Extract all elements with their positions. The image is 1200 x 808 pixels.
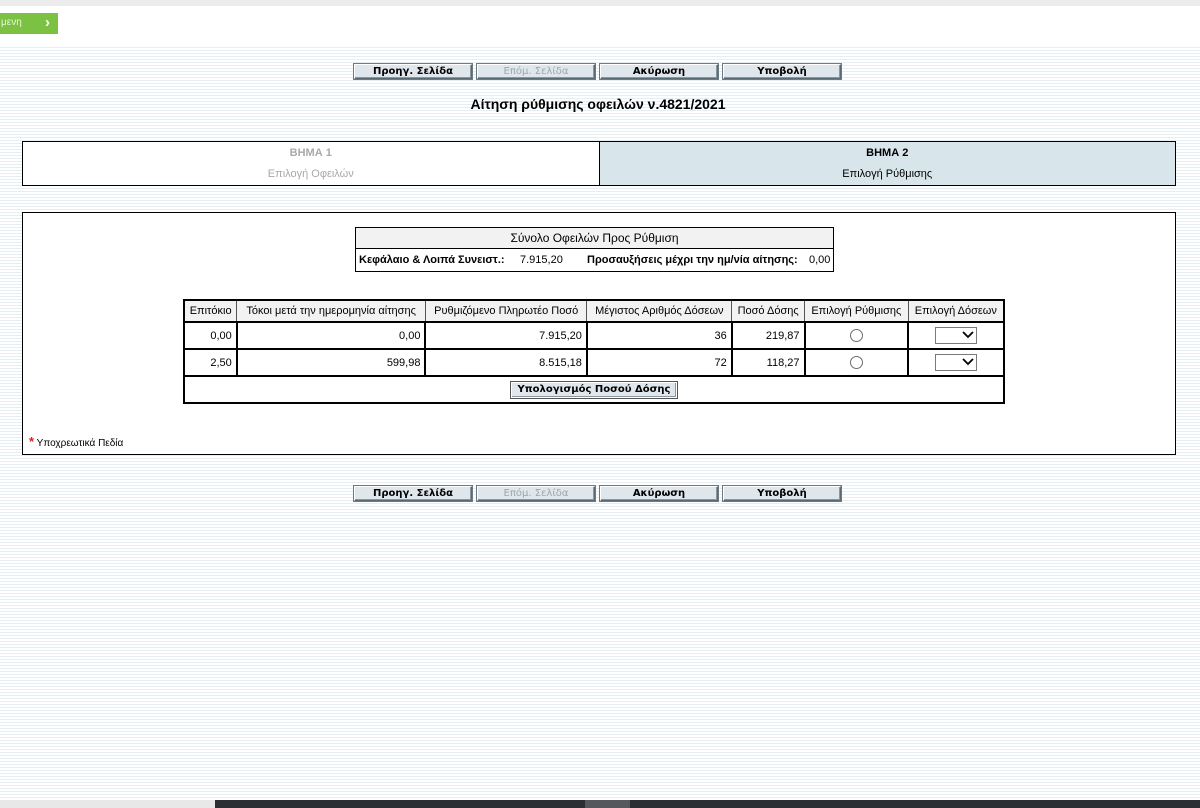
summary-header: Σύνολο Οφειλών Προς Ρύθμιση [356, 228, 833, 249]
next-page-button: Επόμ. Σελίδα [477, 64, 595, 79]
interest-cell: 0,00 [235, 321, 427, 350]
step-1: ΒΗΜΑ 1 Επιλογή Οφειλών [23, 142, 599, 185]
step-indicator: ΒΗΜΑ 1 Επιλογή Οφειλών ΒΗΜΑ 2 Επιλογή Ρύ… [22, 141, 1176, 186]
principal-value: 7.915,20 [520, 254, 563, 266]
header-amount: Ρυθμιζόμενο Πληρωτέο Ποσό [424, 299, 588, 323]
rate-cell: 0,00 [183, 321, 238, 350]
interest-cell: 599,98 [235, 348, 427, 377]
top-button-row: Προηγ. Σελίδα Επόμ. Σελίδα Ακύρωση Υποβο… [354, 64, 844, 79]
debt-summary-box: Σύνολο Οφειλών Προς Ρύθμιση Κεφάλαιο & Λ… [355, 227, 834, 272]
required-star: * [29, 434, 35, 449]
step-1-number: ΒΗΜΑ 1 [289, 147, 332, 159]
header-plan-selection: Επιλογή Ρύθμισης [804, 299, 909, 323]
table-row: 2,50 599,98 8.515,18 72 118,27 [183, 348, 1005, 377]
installments-select[interactable] [935, 354, 978, 371]
amount-cell: 8.515,18 [424, 348, 588, 377]
calculate-installment-button[interactable]: Υπολογισμός Ποσού Δόσης [510, 381, 678, 398]
table-row: 0,00 0,00 7.915,20 36 219,87 [183, 321, 1005, 350]
header-max-installments: Μέγιστος Αριθμός Δόσεων [586, 299, 733, 323]
principal-label: Κεφάλαιο & Λοιπά Συνειστ.: [359, 254, 505, 266]
plan-radio[interactable] [849, 329, 863, 342]
surcharges-value: 0,00 [809, 254, 831, 266]
table-header-row: Επιτόκιο Τόκοι μετά την ημερομηνία αίτησ… [183, 299, 1005, 323]
next-page-button: Επόμ. Σελίδα [477, 486, 595, 501]
amount-cell: 7.915,20 [424, 321, 588, 350]
plan-radio-cell [803, 348, 910, 377]
table-footer-row: Υπολογισμός Ποσού Δόσης [183, 375, 1005, 404]
required-label: Υποχρεωτικά Πεδία [36, 438, 124, 449]
cancel-button[interactable]: Ακύρωση [600, 64, 718, 79]
surcharges-label: Προσαυξήσεις μέχρι την ημ/νία αίτησης: [587, 254, 798, 266]
step-2: ΒΗΜΑ 2 Επιλογή Ρύθμισης [598, 142, 1175, 185]
max-installments-cell: 72 [585, 348, 733, 377]
submit-button[interactable]: Υποβολή [723, 486, 841, 501]
plan-radio[interactable] [849, 356, 863, 369]
cancel-button[interactable]: Ακύρωση [600, 486, 718, 501]
main-panel: Σύνολο Οφειλών Προς Ρύθμιση Κεφάλαιο & Λ… [22, 212, 1176, 455]
menu-tab[interactable]: μενη › [0, 13, 58, 34]
max-installments-cell: 36 [585, 321, 733, 350]
bottom-button-row: Προηγ. Σελίδα Επόμ. Σελίδα Ακύρωση Υποβο… [354, 486, 844, 501]
prev-page-button[interactable]: Προηγ. Σελίδα [354, 64, 472, 79]
plan-radio-cell [803, 321, 910, 350]
calc-button-cell: Υπολογισμός Ποσού Δόσης [183, 375, 1005, 404]
step-1-label: Επιλογή Οφειλών [267, 168, 354, 180]
chevron-right-icon: › [45, 14, 50, 31]
installment-cell: 219,87 [730, 321, 806, 350]
submit-button[interactable]: Υποβολή [723, 64, 841, 79]
installments-select-cell [907, 321, 1005, 350]
header-area [0, 6, 1200, 46]
step-2-number: ΒΗΜΑ 2 [866, 147, 909, 159]
required-fields-note: * Υποχρεωτικά Πεδία [29, 434, 123, 449]
installment-cell: 118,27 [730, 348, 806, 377]
taskbar [0, 800, 1200, 808]
header-installment-amount: Ποσό Δόσης [731, 299, 805, 323]
rate-cell: 2,50 [183, 348, 238, 377]
installments-select-cell [907, 348, 1005, 377]
installments-select[interactable] [935, 327, 978, 344]
menu-tab-label: μενη [1, 17, 22, 28]
page-title: Αίτηση ρύθμισης οφειλών ν.4821/2021 [470, 96, 726, 112]
taskbar-segment [0, 800, 215, 808]
taskbar-active-segment [585, 800, 630, 808]
header-interest: Τόκοι μετά την ημερομηνία αίτησης [236, 299, 426, 323]
summary-row: Κεφάλαιο & Λοιπά Συνειστ.: 7.915,20 Προσ… [356, 249, 833, 272]
step-2-label: Επιλογή Ρύθμισης [842, 168, 933, 180]
prev-page-button[interactable]: Προηγ. Σελίδα [354, 486, 472, 501]
chevron-down-icon [962, 358, 974, 366]
header-installments-selection: Επιλογή Δόσεων [907, 299, 1005, 323]
header-rate: Επιτόκιο [183, 299, 238, 323]
chevron-down-icon [962, 331, 974, 339]
installment-options-table: Επιτόκιο Τόκοι μετά την ημερομηνία αίτησ… [183, 299, 1005, 404]
